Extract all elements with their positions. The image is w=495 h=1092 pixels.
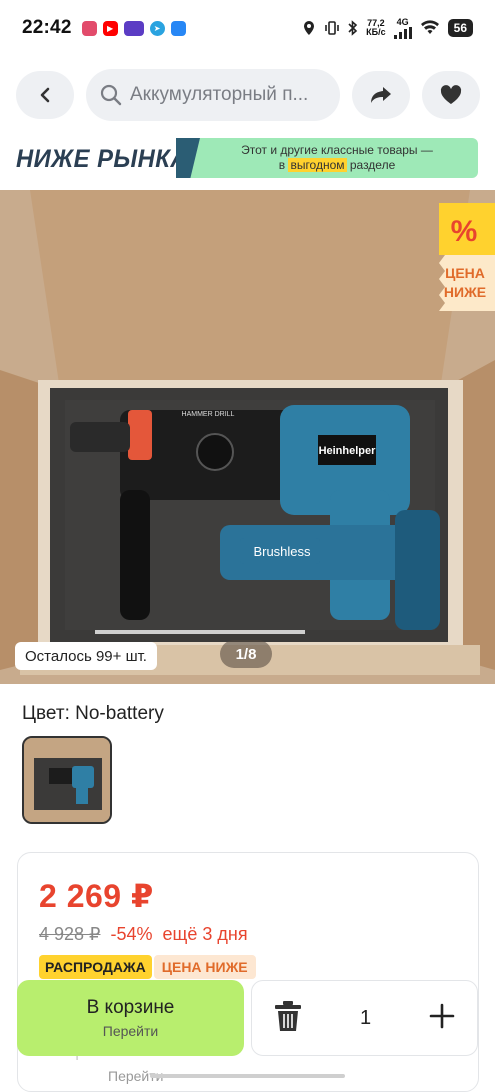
promo-line-2: в выгодном разделе (241, 158, 433, 173)
days-left: ещё 3 дня (162, 924, 248, 944)
price-lower-tag: ЦЕНА НИЖЕ (153, 955, 256, 979)
quantity-stepper: 1 (251, 980, 478, 1056)
signal-group: 4G (393, 16, 412, 39)
trash-icon (275, 1000, 301, 1031)
chevron-left-icon (40, 87, 50, 103)
wifi-icon (420, 20, 439, 34)
search-icon (100, 84, 122, 106)
promo-banner[interactable]: НИЖЕ РЫНКА Этот и другие классные товары… (16, 136, 480, 182)
promo-logo: НИЖЕ РЫНКА (16, 144, 188, 173)
old-price: 4 928 ₽ (39, 924, 101, 944)
badge-line-2: НИЖЕ (444, 284, 486, 300)
home-indicator[interactable] (150, 1074, 345, 1078)
plus-icon (429, 1003, 455, 1028)
color-label: Цвет: No-battery (22, 703, 164, 724)
status-indicators: 77,2 КБ/с 4G 56 (302, 16, 473, 39)
in-cart-button[interactable]: В корзине Перейти (17, 980, 244, 1056)
price-tags: РАСПРОДАЖА ЦЕНА НИЖЕ (39, 955, 256, 979)
current-price: 2 269 ₽ (39, 878, 154, 914)
product-gallery[interactable]: Heinhelper HAMMER DRILL Brushless % ЦЕНА… (0, 190, 495, 684)
network-speed: 77,2 КБ/с (366, 19, 385, 37)
product-image: Heinhelper HAMMER DRILL Brushless (0, 190, 495, 684)
status-app-icons: ▶ ➤ (81, 20, 186, 36)
search-input[interactable]: Аккумуляторный п... (86, 69, 340, 121)
product-brand-label: Heinhelper (319, 445, 377, 457)
go-to-cart-label: Перейти (102, 1023, 159, 1039)
product-model-label: Brushless (253, 544, 311, 559)
promo-line-1: Этот и другие классные товары — (241, 143, 433, 157)
share-arrow-icon (371, 87, 391, 103)
share-button[interactable] (352, 71, 410, 119)
gallery-pager: 1/8 (220, 640, 272, 668)
in-cart-label: В корзине (86, 997, 175, 1018)
discount-percent: -54% (110, 924, 153, 944)
increment-button[interactable] (429, 1003, 455, 1034)
vibrate-icon (325, 21, 339, 35)
network-speed-unit: КБ/с (366, 27, 386, 37)
stock-label: Осталось 99+ шт. (15, 642, 157, 670)
badge-percent: % (451, 215, 478, 248)
badge-line-1: ЦЕНА (445, 265, 485, 281)
ozon-icon (123, 20, 144, 36)
app-notification-icon (81, 20, 97, 36)
vk-icon (170, 20, 186, 36)
battery-indicator: 56 (447, 19, 473, 37)
signal-icon (393, 26, 412, 39)
search-placeholder: Аккумуляторный п... (130, 84, 309, 105)
price-lower-badge: % ЦЕНА НИЖЕ (439, 203, 495, 311)
variant-image (24, 738, 110, 822)
favorite-button[interactable] (422, 71, 480, 119)
promo-line-2-suffix: разделе (346, 158, 396, 172)
status-time: 22:42 (22, 17, 72, 38)
status-bar: 22:42 ▶ ➤ 77,2 КБ/с 4G 56 (0, 0, 495, 56)
promo-message: Этот и другие классные товары — в выгодн… (176, 138, 478, 178)
delete-button[interactable] (274, 1000, 302, 1037)
promo-line-2-prefix: в (278, 158, 289, 172)
back-button[interactable] (16, 71, 74, 119)
network-type: 4G (396, 16, 409, 27)
product-type-label: HAMMER DRILL (182, 411, 235, 418)
sale-tag: РАСПРОДАЖА (39, 955, 152, 979)
quantity-value[interactable]: 1 (360, 1007, 371, 1030)
bluetooth-icon (348, 20, 358, 36)
heart-icon (440, 85, 462, 104)
telegram-icon: ➤ (149, 20, 165, 36)
color-variant-thumbnail[interactable] (22, 736, 112, 824)
youtube-icon: ▶ (102, 20, 118, 36)
top-bar: Аккумуляторный п... (16, 68, 480, 122)
promo-highlight: выгодном (288, 158, 347, 172)
old-price-row: 4 928 ₽ -54% ещё 3 дня (39, 924, 248, 945)
location-icon (304, 21, 315, 35)
